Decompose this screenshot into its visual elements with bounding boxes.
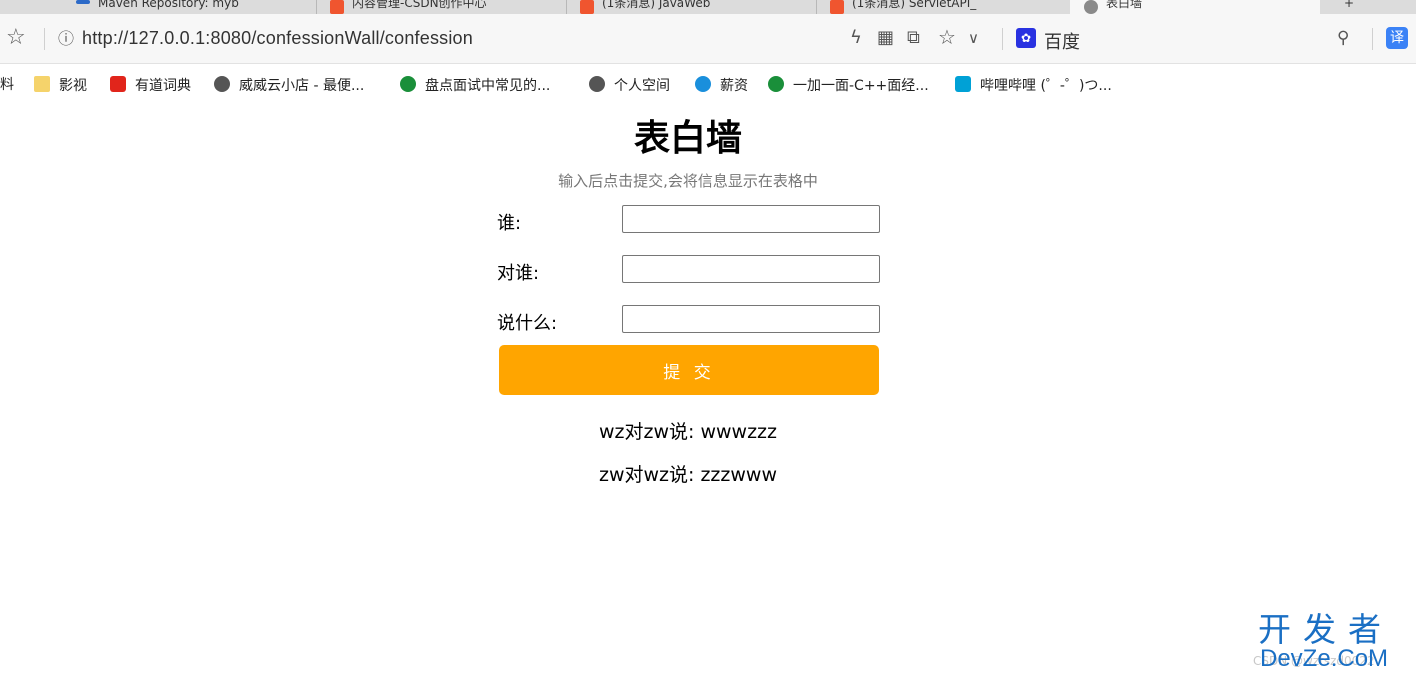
tab-divider	[316, 0, 317, 14]
bookmark-item[interactable]: 薪资	[695, 76, 748, 95]
tab-title: 内容管理-CSDN创作中心	[352, 0, 487, 10]
to-whom-input[interactable]	[622, 255, 880, 283]
bookmarks-bar: 料 影视 有道词典 威威云小店 - 最便... 盘点面试中常见的... 个人空间…	[0, 64, 1416, 106]
bookmark-item[interactable]: 有道词典	[110, 76, 191, 95]
toolbar-divider	[1372, 28, 1373, 50]
tab-csdn-creator[interactable]: 内容管理-CSDN创作中心	[330, 0, 555, 14]
page-subtitle: 输入后点击提交,会将信息显示在表格中	[558, 172, 818, 190]
green-v-icon	[400, 76, 416, 92]
tab-title: (1条消息) JavaWeb	[602, 0, 711, 10]
page-title: 表白墙	[633, 118, 742, 159]
to-whom-label: 对谁:	[497, 263, 540, 284]
bookmark-item[interactable]: 影视	[34, 76, 87, 95]
tab-maven[interactable]: Maven Repository: myb ×	[76, 0, 306, 14]
chevron-down-icon[interactable]: ∨	[968, 28, 979, 48]
devze-watermark-url: DevZe.CoM	[1260, 645, 1389, 672]
tab-javaweb[interactable]: (1条消息) JavaWeb ×	[580, 0, 805, 14]
folder-icon	[34, 76, 50, 92]
address-toolbar: ☆ ⓘ http://127.0.0.1:8080/confessionWall…	[0, 14, 1416, 64]
green-v-icon	[768, 76, 784, 92]
message-input[interactable]	[622, 305, 880, 333]
baidu-paw-icon[interactable]: ✿	[1016, 28, 1036, 48]
confession-message: zw对wz说: zzzwww	[598, 464, 777, 486]
bilibili-icon	[955, 76, 971, 92]
maven-icon	[76, 0, 90, 4]
search-icon[interactable]: ⚲	[1337, 28, 1349, 48]
tab-strip: Maven Repository: myb × 内容管理-CSDN创作中心 (1…	[0, 0, 1416, 14]
tab-servletapi[interactable]: (1条消息) ServletAPI_ ×	[830, 0, 1060, 14]
url-field[interactable]: http://127.0.0.1:8080/confessionWall/con…	[82, 28, 473, 49]
message-label: 说什么:	[497, 313, 558, 334]
globe-icon	[214, 76, 230, 92]
qr-code-icon[interactable]: ▦	[877, 28, 894, 48]
csdn-icon	[830, 0, 844, 14]
tab-title: Maven Repository: myb	[98, 0, 239, 10]
toolbar-divider	[1002, 28, 1003, 50]
globe-icon	[589, 76, 605, 92]
submit-button[interactable]: 提 交	[499, 345, 879, 395]
translate-page-icon[interactable]: ⧉	[907, 28, 920, 48]
info-icon[interactable]: ⓘ	[58, 29, 74, 49]
blue-s-icon	[695, 76, 711, 92]
devze-watermark-logo: 开发者	[1258, 610, 1393, 649]
bookmark-item[interactable]: 威威云小店 - 最便...	[214, 76, 364, 95]
tab-title: (1条消息) ServletAPI_	[852, 0, 977, 10]
bookmark-item[interactable]: 一加一面-C++面经...	[768, 76, 929, 95]
bookmark-item[interactable]: 盘点面试中常见的...	[400, 76, 550, 95]
globe-icon	[1084, 0, 1098, 14]
csdn-icon	[580, 0, 594, 14]
translate-icon[interactable]: 译	[1386, 27, 1408, 49]
tab-confession-wall[interactable]: 表白墙 ×	[1070, 0, 1320, 14]
bookmark-item[interactable]: 料	[0, 76, 14, 94]
csdn-icon	[330, 0, 344, 14]
tab-title: 表白墙	[1106, 0, 1143, 10]
bookmark-item[interactable]: 个人空间	[589, 76, 670, 95]
favorite-star-icon[interactable]: ☆	[938, 27, 956, 47]
search-engine-label[interactable]: 百度	[1044, 28, 1080, 54]
tab-divider	[816, 0, 817, 14]
youdao-icon	[110, 76, 126, 92]
tab-divider	[566, 0, 567, 14]
who-label: 谁:	[497, 213, 522, 234]
toolbar-divider	[44, 28, 45, 50]
confession-message: wz对zw说: wwwzzz	[598, 421, 777, 443]
new-tab-button[interactable]: +	[1344, 0, 1364, 14]
who-input[interactable]	[622, 205, 880, 233]
bookmark-item[interactable]: 哔哩哔哩 (゜-゜)つ...	[955, 76, 1112, 95]
bookmark-star-icon[interactable]: ☆	[6, 27, 26, 49]
lightning-icon[interactable]: ϟ	[850, 28, 862, 48]
